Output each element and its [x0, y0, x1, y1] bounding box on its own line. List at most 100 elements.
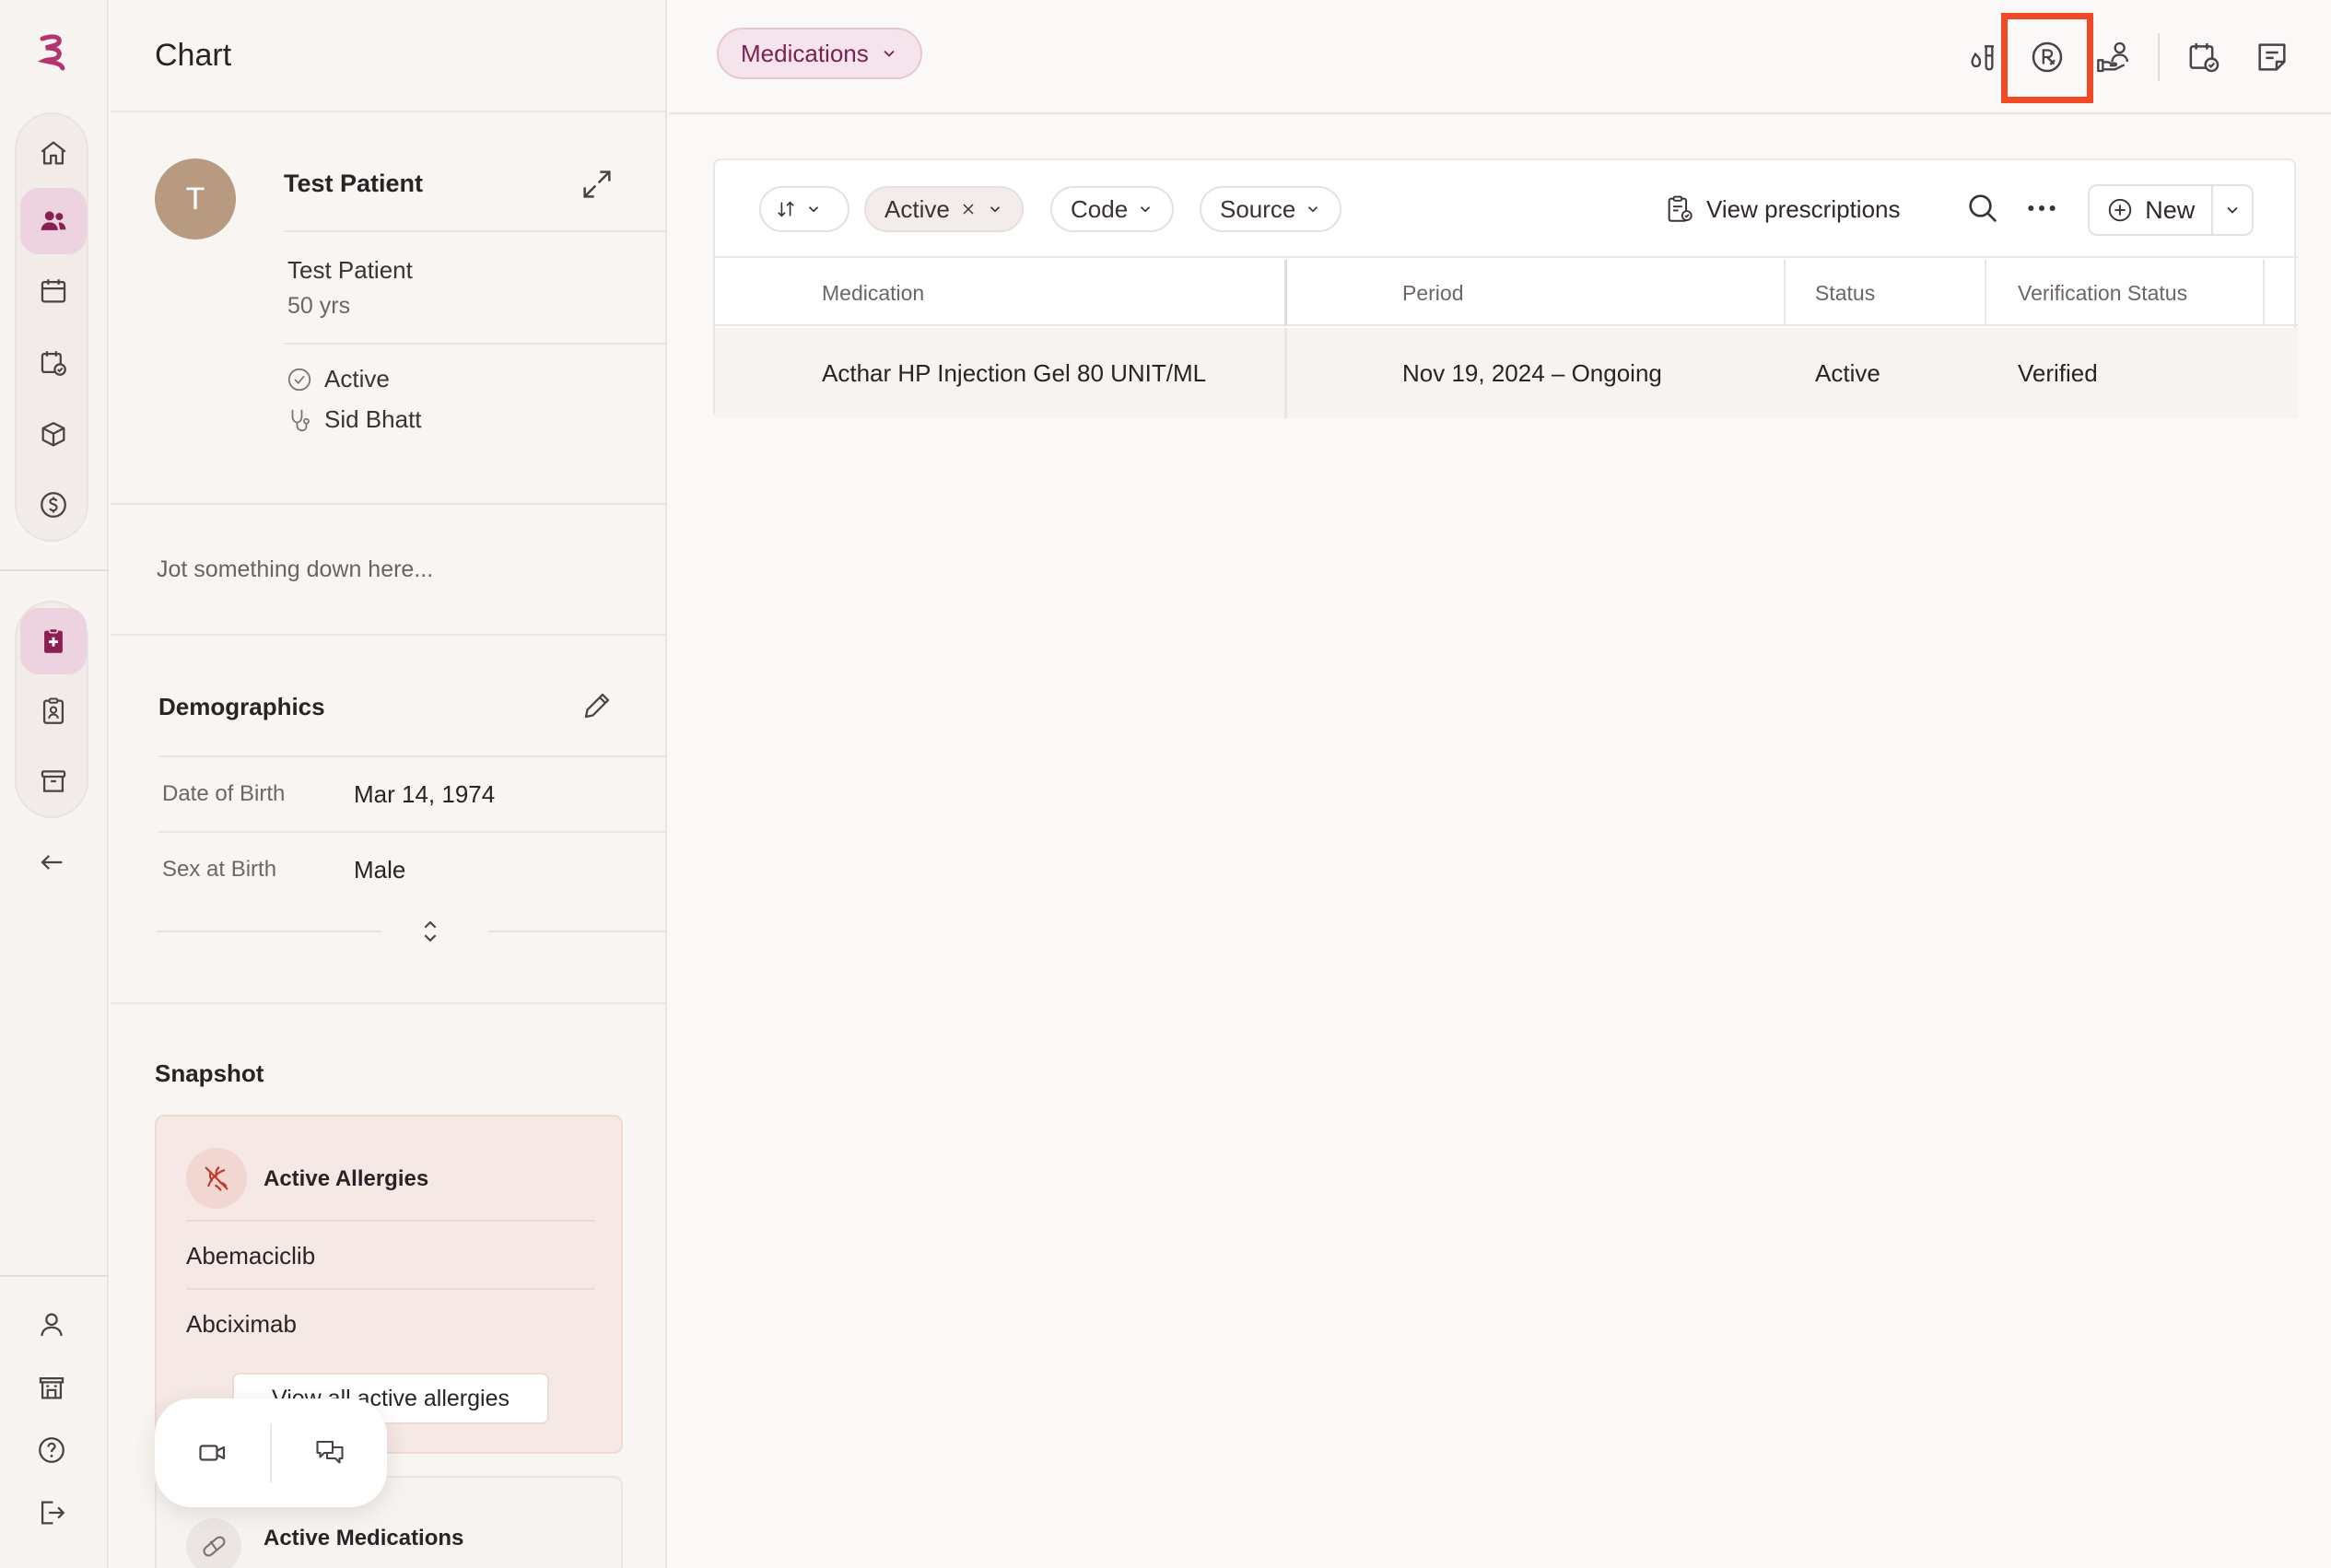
clipboard-user-icon: [42, 697, 64, 724]
help-icon: [39, 1437, 64, 1463]
lab-tube-icon: [1971, 45, 1994, 71]
package-icon: [41, 422, 65, 447]
video-call-button[interactable]: [155, 1398, 270, 1507]
appointments-button[interactable]: [2185, 39, 2222, 76]
table-toolbar: Active Code Source View prescriptions Ne…: [715, 160, 2298, 258]
home-icon: [41, 141, 66, 165]
more-options-button[interactable]: [2021, 190, 2062, 227]
divider: [284, 343, 665, 345]
column-header-verification[interactable]: Verification Status: [2018, 260, 2187, 326]
check-circle-icon: [287, 368, 311, 391]
archive-icon: [41, 770, 66, 792]
care-team-icon: [2097, 41, 2129, 73]
nav-patients[interactable]: [20, 188, 87, 254]
cell-medication: Acthar HP Injection Gel 80 UNIT/ML: [822, 358, 1207, 387]
chevron-down-icon: [1141, 206, 1151, 213]
nav-patient-profile[interactable]: [20, 678, 87, 744]
more-horizontal-icon: [2028, 205, 2056, 211]
divider: [111, 634, 665, 636]
nav-archive[interactable]: [20, 748, 87, 814]
new-medication-split-button: New: [2088, 184, 2254, 236]
building-icon: [39, 1376, 64, 1399]
nav-help[interactable]: [18, 1422, 85, 1478]
allergies-title: Active Allergies: [264, 1166, 429, 1191]
section-selector[interactable]: Medications: [717, 28, 922, 79]
table-row[interactable]: Acthar HP Injection Gel 80 UNIT/ML Nov 1…: [715, 328, 2298, 418]
calendar-icon: [41, 279, 66, 303]
demographics-row-dob: Date of Birth Mar 14, 1974: [158, 755, 665, 831]
nav-billing[interactable]: [20, 472, 87, 538]
cell-period: Nov 19, 2024 – Ongoing: [1402, 358, 1662, 387]
table-header: Medication Period Status Verification St…: [715, 260, 2298, 326]
pencil-icon[interactable]: [580, 689, 614, 722]
nav-calendar[interactable]: [20, 258, 87, 324]
avatar[interactable]: T: [155, 158, 236, 240]
medications-title: Active Medications: [264, 1526, 464, 1550]
patient-age: 50 yrs: [287, 293, 351, 319]
chevron-up-down-icon[interactable]: [415, 916, 446, 947]
filter-source-chip[interactable]: Source: [1200, 186, 1342, 232]
panel-title: Chart: [155, 37, 232, 73]
pill-icon: [203, 1536, 226, 1557]
column-header-medication[interactable]: Medication: [822, 260, 924, 326]
divider: [186, 1288, 595, 1290]
new-medication-button[interactable]: New: [2090, 186, 2214, 234]
sort-icon: [778, 201, 794, 217]
nav-logout[interactable]: [18, 1485, 85, 1540]
filter-active-chip[interactable]: Active: [864, 186, 1024, 232]
chevron-down-icon: [1308, 206, 1318, 213]
nav-appointments[interactable]: [20, 330, 87, 396]
user-icon: [41, 1313, 63, 1337]
nav-organization[interactable]: [18, 1360, 85, 1415]
quick-note-input[interactable]: Jot something down here...: [157, 556, 433, 583]
care-team-button[interactable]: [2095, 39, 2132, 76]
close-icon[interactable]: [959, 200, 978, 218]
chevron-down-icon: [2227, 206, 2238, 214]
message-button[interactable]: [272, 1398, 387, 1507]
view-prescriptions-label: View prescriptions: [1706, 194, 1901, 223]
logout-icon: [41, 1501, 65, 1525]
medications-table-card: Active Code Source View prescriptions Ne…: [713, 158, 2298, 418]
column-header-period[interactable]: Period: [1402, 260, 1463, 326]
demographics-expand[interactable]: [157, 920, 665, 942]
filter-code-chip[interactable]: Code: [1050, 186, 1175, 232]
view-prescriptions-button[interactable]: View prescriptions: [1664, 188, 1901, 230]
nav-inventory[interactable]: [20, 402, 87, 468]
patient-status: Active: [286, 365, 390, 393]
app-logo[interactable]: [33, 33, 70, 74]
search-icon[interactable]: [1964, 190, 2001, 227]
nav-home[interactable]: [20, 120, 87, 186]
dollar-icon: [41, 492, 66, 518]
filter-source-label: Source: [1220, 194, 1296, 223]
expand-icon[interactable]: [579, 166, 615, 203]
nav-chart[interactable]: [20, 608, 87, 674]
notes-button[interactable]: [2254, 39, 2290, 76]
top-bar: Medications: [669, 0, 2331, 114]
patient-provider: Sid Bhatt: [286, 405, 422, 434]
divider: [111, 1002, 665, 1004]
section-selector-label: Medications: [741, 39, 869, 67]
column-header-status[interactable]: Status: [1815, 260, 1875, 326]
provider-name: Sid Bhatt: [324, 405, 422, 433]
communication-bubble: [155, 1398, 387, 1507]
dob-label: Date of Birth: [162, 781, 286, 806]
new-button-label: New: [2145, 195, 2196, 224]
allergy-icon: [205, 1166, 228, 1191]
calendar-check-icon: [41, 351, 66, 376]
primary-nav-group: [15, 112, 88, 542]
divider: [284, 230, 665, 232]
labs-button[interactable]: [1966, 39, 2003, 76]
patient-name[interactable]: Test Patient: [284, 170, 423, 198]
chevron-down-icon: [990, 206, 1000, 213]
video-camera-icon: [198, 1445, 225, 1461]
sort-button[interactable]: [759, 186, 849, 232]
nav-profile[interactable]: [18, 1297, 85, 1352]
note-icon: [2258, 43, 2286, 71]
nav-rail: [0, 0, 109, 1568]
allergy-item: Abciximab: [186, 1310, 297, 1338]
patient-summary: T Test Patient Test Patient 50 yrs Activ…: [111, 114, 665, 505]
patient-sub-name: Test Patient: [287, 256, 413, 284]
new-options-dropdown[interactable]: [2213, 186, 2252, 234]
panel-header: Chart: [111, 0, 665, 112]
collapse-panel-button[interactable]: [18, 835, 85, 890]
